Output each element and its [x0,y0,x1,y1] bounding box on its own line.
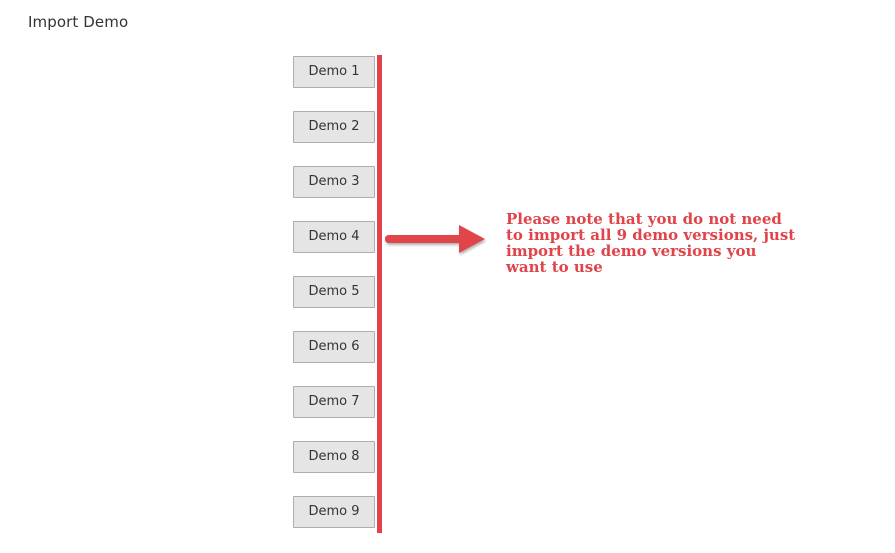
demo-4-button[interactable]: Demo 4 [293,221,375,253]
demo-3-button[interactable]: Demo 3 [293,166,375,198]
right-arrow-icon [385,225,485,253]
annotation-line-3: import the demo versions you [506,242,757,260]
section-title: Import Demo [28,13,129,31]
demo-7-button[interactable]: Demo 7 [293,386,375,418]
annotation-line-1: Please note that you do not need [506,210,782,228]
annotation-note: Please note that you do not need to impo… [506,211,816,275]
annotation-line-2: to import all 9 demo versions, just [506,226,796,244]
highlight-line [377,55,382,533]
demo-9-button[interactable]: Demo 9 [293,496,375,528]
demo-2-button[interactable]: Demo 2 [293,111,375,143]
demo-8-button[interactable]: Demo 8 [293,441,375,473]
demo-5-button[interactable]: Demo 5 [293,276,375,308]
demo-6-button[interactable]: Demo 6 [293,331,375,363]
demo-1-button[interactable]: Demo 1 [293,56,375,88]
annotation-line-4: want to use [506,258,603,276]
